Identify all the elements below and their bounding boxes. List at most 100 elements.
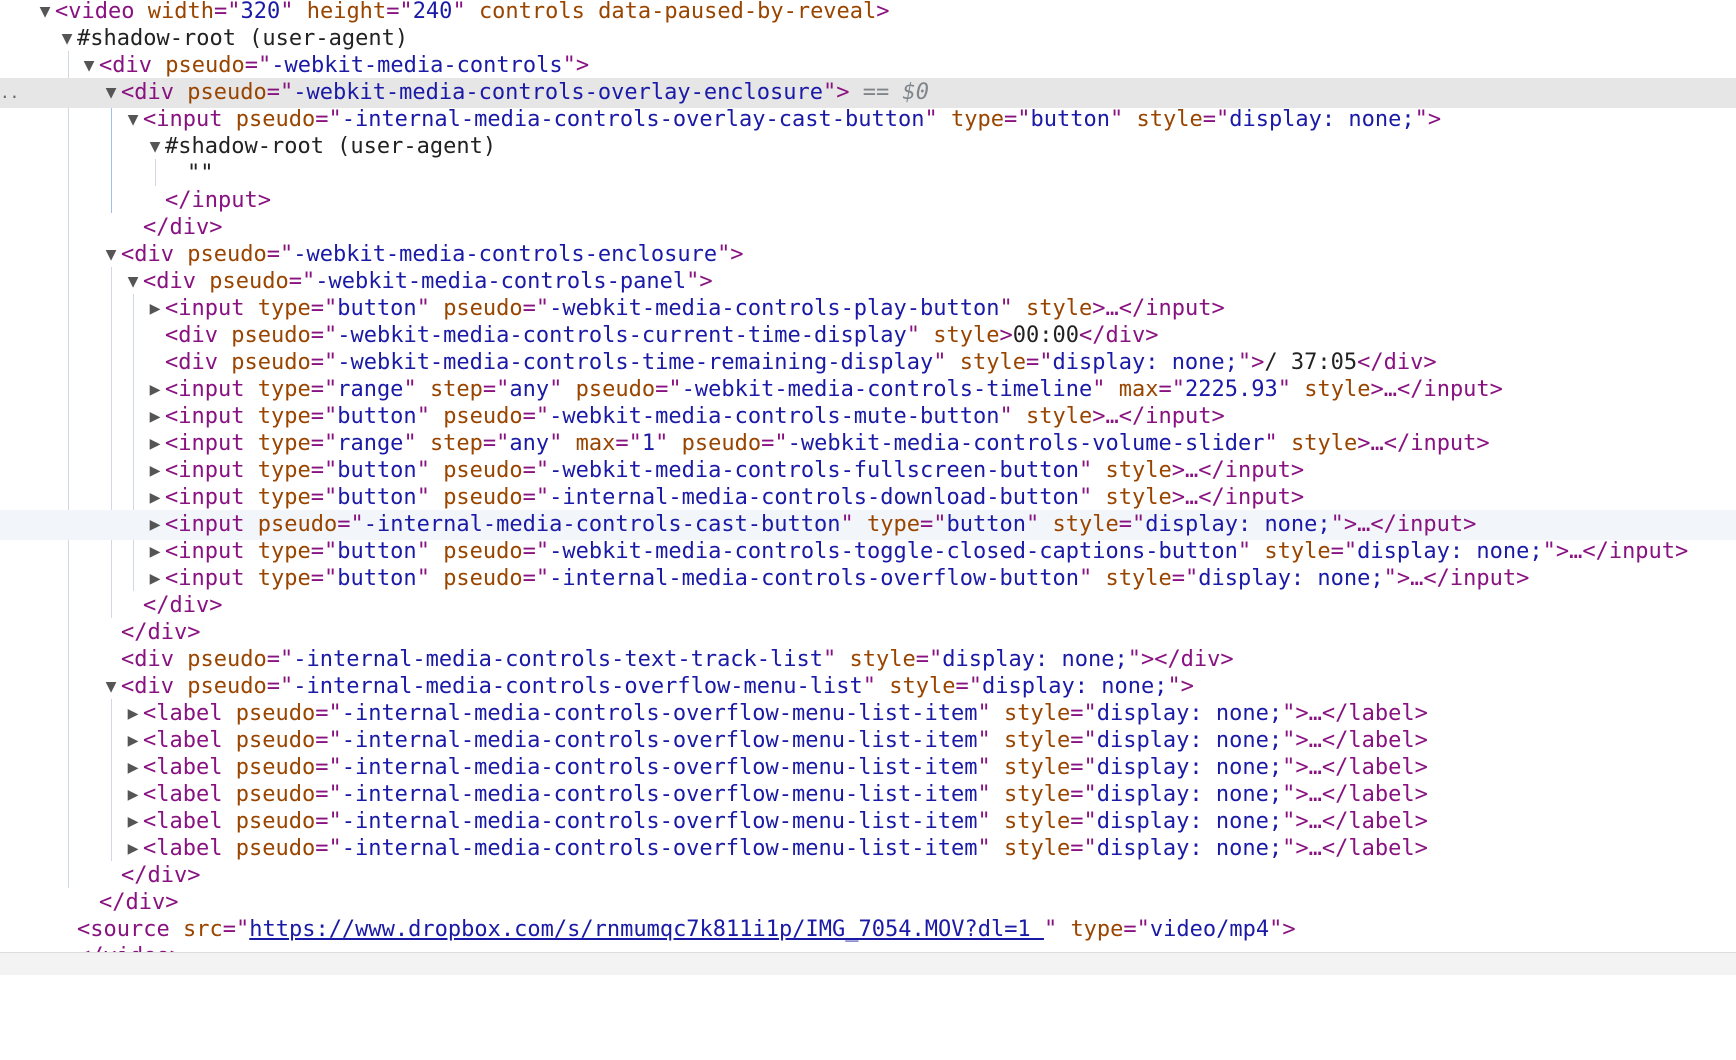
dom-tree-row[interactable]: "" <box>0 159 1736 189</box>
node-markup-text: <label pseudo="-internal-media-controls-… <box>143 834 1428 864</box>
tag-token: =" <box>315 107 342 132</box>
expand-triangle-down-icon[interactable]: ▼ <box>102 240 120 270</box>
tag-token: =" <box>1330 539 1358 564</box>
expand-triangle-down-icon[interactable]: ▼ <box>102 78 120 108</box>
attr-value-token: -internal-media-controls-overflow-button <box>549 566 1079 591</box>
dom-tree-row[interactable]: <div pseudo="-webkit-media-controls-curr… <box>0 321 1736 351</box>
node-markup-text: <label pseudo="-internal-media-controls-… <box>143 699 1428 729</box>
attr-name-token: pseudo <box>443 566 523 591</box>
expand-triangle-down-icon[interactable]: ▼ <box>124 267 142 297</box>
dom-tree-row[interactable]: ▶ <input type="button" pseudo="-internal-… <box>0 564 1736 594</box>
attr-name-token: style <box>1003 836 1071 861</box>
collapse-triangle-right-icon[interactable]: ▶ <box>124 699 142 729</box>
attr-name-token: style <box>1026 296 1093 321</box>
dom-tree-row[interactable]: <div pseudo="-webkit-media-controls-time… <box>0 348 1736 378</box>
tag-token: =" <box>266 647 294 672</box>
attr-name-token: style <box>1026 404 1093 429</box>
dom-tree-row[interactable]: ▶ <label pseudo="-internal-media-controls… <box>0 753 1736 783</box>
dom-tree-row[interactable]: ▶ <input type="button" pseudo="-webkit-me… <box>0 294 1736 324</box>
attr-name-token: pseudo <box>235 782 316 807</box>
dom-tree-row[interactable]: ▼ <div pseudo="-webkit-media-controls"> <box>0 51 1736 81</box>
collapse-triangle-right-icon[interactable]: ▶ <box>146 402 164 432</box>
collapse-triangle-right-icon[interactable]: ▶ <box>124 834 142 864</box>
dom-tree-row[interactable]: ▶ <input type="button" pseudo="-internal-… <box>0 483 1736 513</box>
dom-tree-row[interactable]: ▶ <input type="button" pseudo="-webkit-me… <box>0 537 1736 567</box>
dom-tree-row[interactable]: ▼ <video width="320" height="240" control… <box>0 0 1736 27</box>
tag-token: =" <box>761 431 788 456</box>
tag-token: </div> <box>1357 350 1437 375</box>
attr-name-token: type <box>257 404 311 429</box>
collapse-triangle-right-icon[interactable]: ▶ <box>146 537 164 567</box>
dom-tree-row[interactable]: ▶ <label pseudo="-internal-media-controls… <box>0 699 1736 729</box>
dom-tree-row[interactable]: </div> <box>0 591 1736 621</box>
collapse-triangle-right-icon[interactable]: ▶ <box>146 456 164 486</box>
dom-tree-row[interactable]: ▼ <input pseudo="-internal-media-controls… <box>0 105 1736 135</box>
tag-token: " <box>977 782 1004 807</box>
expand-triangle-down-icon[interactable]: ▼ <box>124 105 142 135</box>
dom-tree-row[interactable]: ▶ <input type="button" pseudo="-webkit-me… <box>0 456 1736 486</box>
dom-tree-row[interactable]: ▼ <div pseudo="-webkit-media-controls-enc… <box>0 240 1736 270</box>
collapse-triangle-right-icon[interactable]: ▶ <box>146 510 164 540</box>
dom-tree-row[interactable]: ▶ <input type="range" step="any" pseudo="… <box>0 375 1736 405</box>
expand-triangle-down-icon[interactable]: ▼ <box>36 0 54 27</box>
dom-tree-row[interactable]: ▶ <label pseudo="-internal-media-controls… <box>0 807 1736 837</box>
expand-triangle-down-icon[interactable]: ▼ <box>102 672 120 702</box>
attr-value-token: 240 <box>412 0 453 24</box>
attr-name-token: style <box>1003 809 1071 834</box>
source-link[interactable]: https://www.dropbox.com/s/rnmumqc7k811i1… <box>249 917 1044 942</box>
dom-tree-row[interactable]: </input> <box>0 186 1736 216</box>
tag-token: <div <box>121 242 188 267</box>
tag-token: =" <box>222 917 250 942</box>
expand-triangle-down-icon[interactable]: ▼ <box>80 51 98 81</box>
attr-name-token: pseudo <box>235 701 316 726</box>
collapse-triangle-right-icon[interactable]: ▶ <box>146 375 164 405</box>
tag-token: =" <box>315 836 342 861</box>
tag-token: <input <box>143 107 236 132</box>
tag-token: <source <box>77 917 183 942</box>
dom-tree-row[interactable]: ▼ #shadow-root (user-agent) <box>0 24 1736 54</box>
tag-token: " <box>1109 107 1137 132</box>
node-markup-text: <div pseudo="-webkit-media-controls-encl… <box>121 240 744 270</box>
dom-tree-row[interactable]: ▶ <label pseudo="-internal-media-controls… <box>0 726 1736 756</box>
attr-value-token: display: none; <box>1357 539 1543 564</box>
tag-token: ">…</label> <box>1282 836 1428 861</box>
collapse-triangle-right-icon[interactable]: ▶ <box>146 483 164 513</box>
collapse-triangle-right-icon[interactable]: ▶ <box>124 726 142 756</box>
dom-tree-row[interactable]: ▶ <input type="range" step="any" max="1" … <box>0 429 1736 459</box>
dom-tree-row[interactable]: </div> <box>0 618 1736 648</box>
tag-token: <label <box>143 809 236 834</box>
attr-value-token: display: none; <box>1096 836 1283 861</box>
collapse-triangle-right-icon[interactable]: ▶ <box>146 294 164 324</box>
attr-name-token: height <box>306 0 387 24</box>
attr-value-token: 2225.93 <box>1185 377 1278 402</box>
expand-triangle-down-icon[interactable]: ▼ <box>146 132 164 162</box>
tag-token: " <box>1026 512 1053 537</box>
attr-value-token: -internal-media-controls-overflow-menu-l… <box>341 728 978 753</box>
dom-tree-row-selected[interactable]: .. ▼ <div pseudo="-webkit-media-controls-o… <box>0 78 1736 108</box>
dom-tree-row[interactable]: ▼ <div pseudo="-internal-media-controls-o… <box>0 672 1736 702</box>
dom-tree-row[interactable]: ▶ <label pseudo="-internal-media-controls… <box>0 834 1736 864</box>
dom-tree-row[interactable]: ▶ <input type="button" pseudo="-webkit-me… <box>0 402 1736 432</box>
dom-tree-row[interactable]: </div> <box>0 213 1736 243</box>
collapse-triangle-right-icon[interactable]: ▶ <box>124 753 142 783</box>
dom-tree-row[interactable]: ▶ <input pseudo="-internal-media-controls… <box>0 510 1736 540</box>
attr-name-token: pseudo <box>165 53 245 78</box>
dom-tree-row[interactable]: ▶ <label pseudo="-internal-media-controls… <box>0 780 1736 810</box>
collapse-triangle-right-icon[interactable]: ▶ <box>124 780 142 810</box>
attr-value-token: -internal-media-controls-download-button <box>549 485 1079 510</box>
attr-name-token: max <box>1118 377 1159 402</box>
dom-tree-row[interactable]: </div> <box>0 888 1736 918</box>
tag-token: " <box>1264 431 1291 456</box>
collapse-triangle-right-icon[interactable]: ▶ <box>146 564 164 594</box>
tag-token: "> <box>562 53 590 78</box>
collapse-triangle-right-icon[interactable]: ▶ <box>146 429 164 459</box>
dom-tree-row[interactable]: ▼ #shadow-root (user-agent) <box>0 132 1736 162</box>
dom-tree-row[interactable]: <source src="https://www.dropbox.com/s/r… <box>0 915 1736 945</box>
attr-name-token: pseudo <box>235 809 316 834</box>
node-markup-text: <div pseudo="-webkit-media-controls-pane… <box>143 267 713 297</box>
dom-tree-row[interactable]: </div> <box>0 861 1736 891</box>
dom-tree-row[interactable]: <div pseudo="-internal-media-controls-te… <box>0 645 1736 675</box>
collapse-triangle-right-icon[interactable]: ▶ <box>124 807 142 837</box>
expand-triangle-down-icon[interactable]: ▼ <box>58 24 76 54</box>
dom-tree-row[interactable]: ▼ <div pseudo="-webkit-media-controls-pan… <box>0 267 1736 297</box>
